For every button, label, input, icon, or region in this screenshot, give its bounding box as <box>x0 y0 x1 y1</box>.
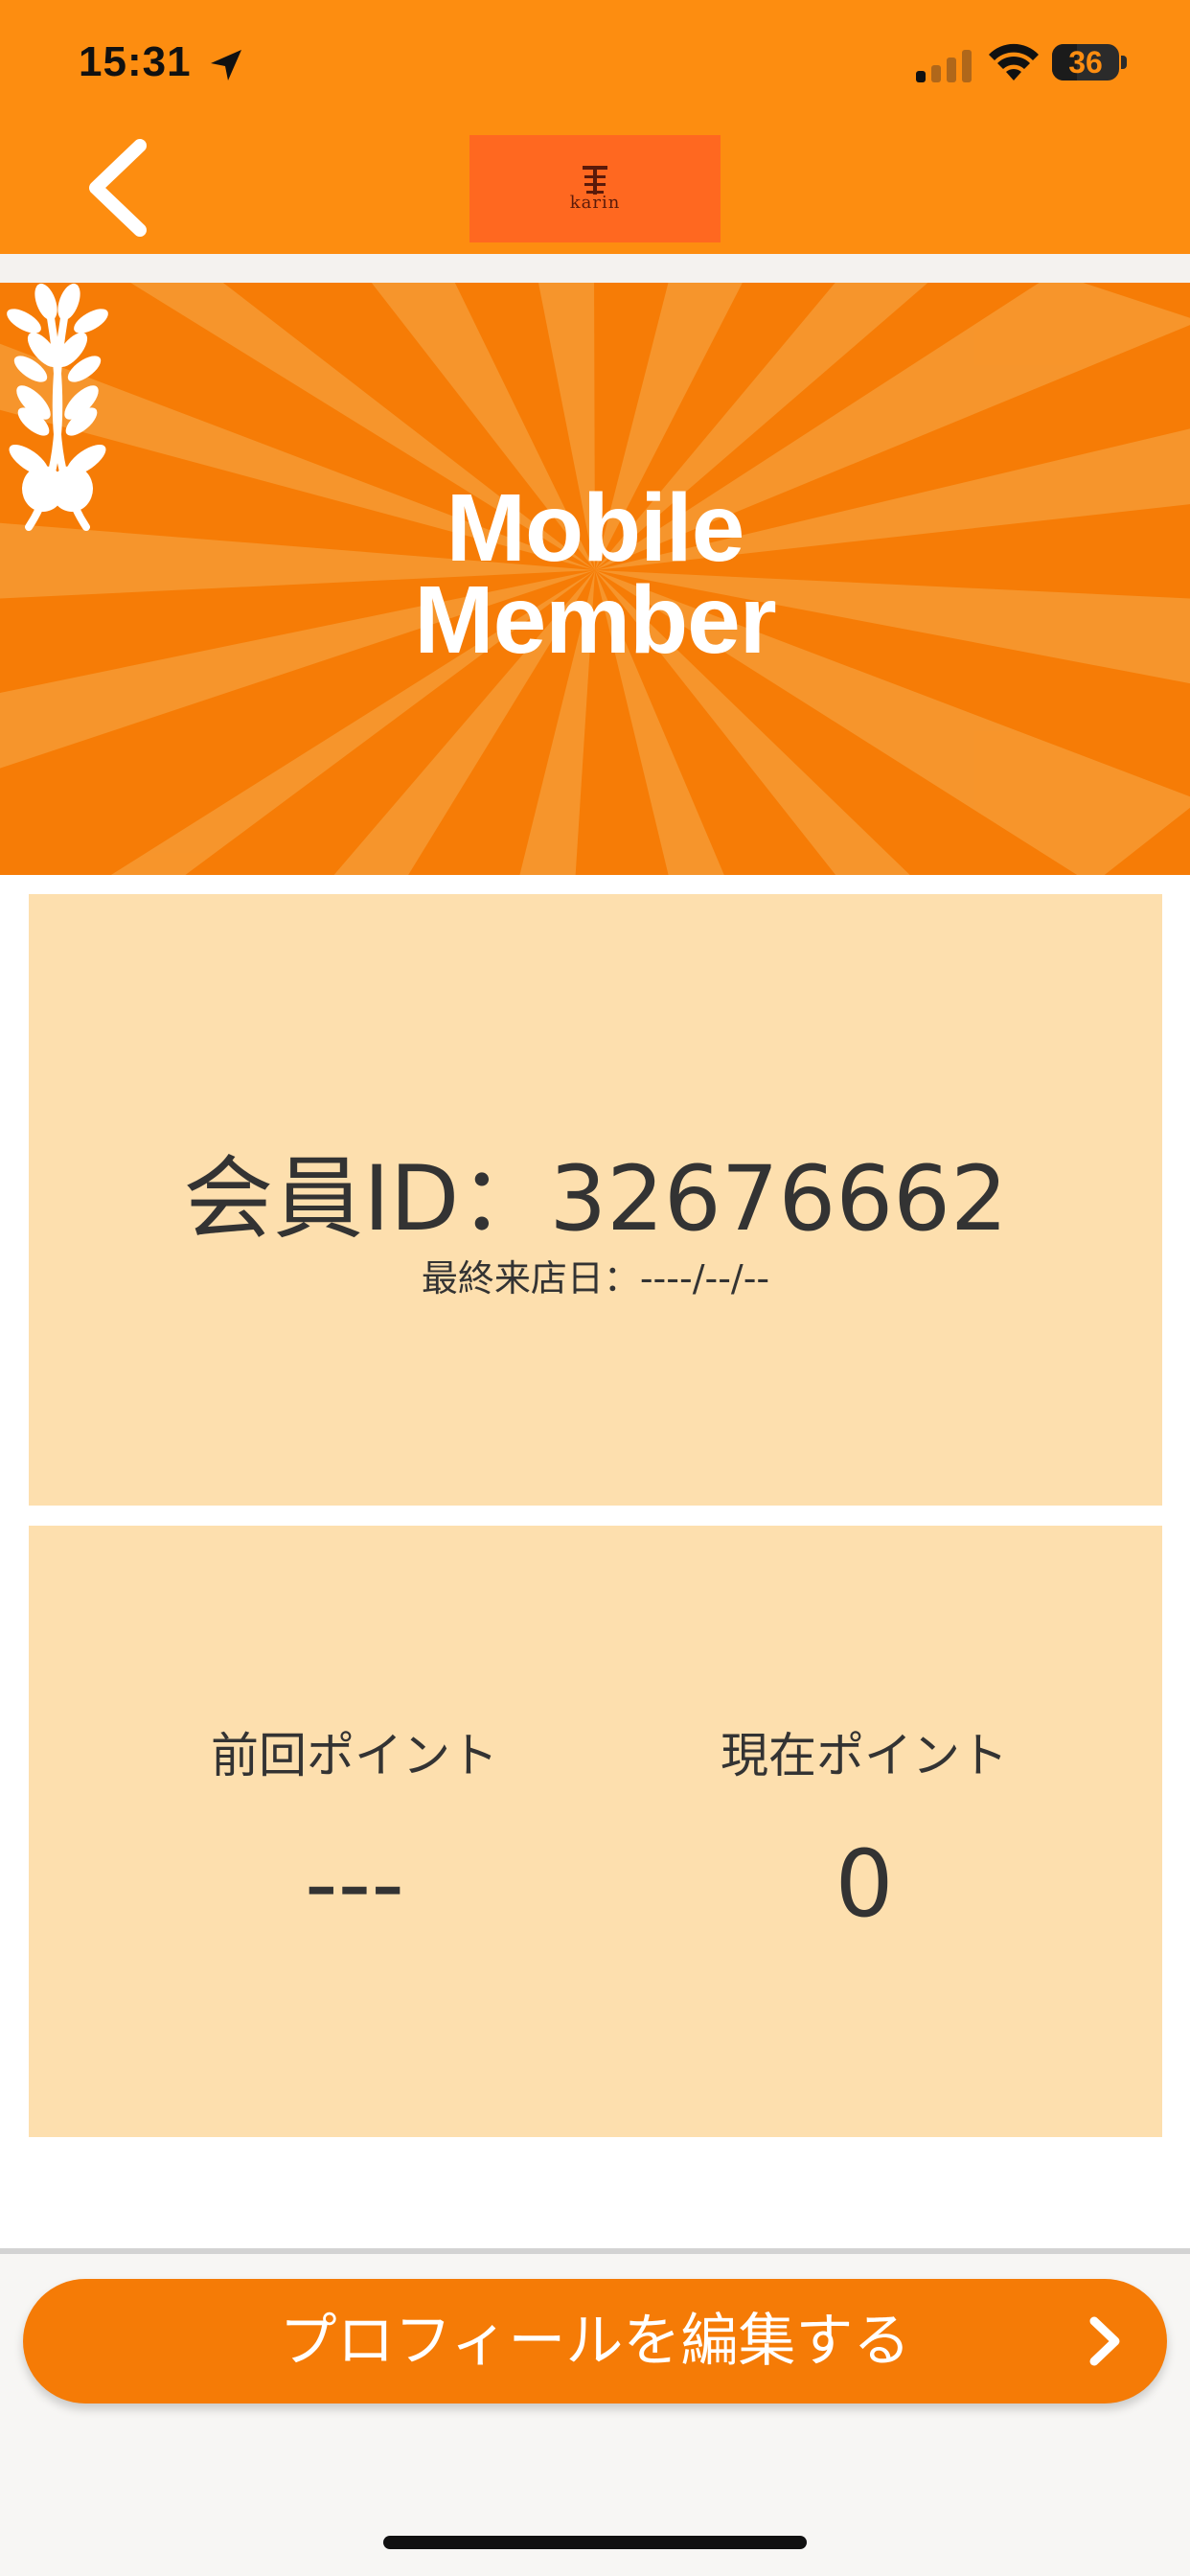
previous-points-value: --- <box>305 1830 404 1938</box>
wifi-icon <box>989 43 1039 80</box>
logo-mark-icon <box>583 166 607 195</box>
edit-profile-button[interactable]: プロフィールを編集する <box>23 2279 1167 2404</box>
banner-title: Mobile Member <box>0 474 1190 674</box>
battery-icon: 36 <box>1052 44 1129 80</box>
chevron-right-icon <box>1089 2316 1120 2366</box>
status-time: 15:31 <box>79 38 192 85</box>
battery-level: 36 <box>1068 45 1103 80</box>
member-id: 会員ID：32676662 <box>183 1147 1008 1252</box>
logo-text: karin <box>569 193 621 213</box>
current-points-label: 現在ポイント <box>721 1728 1008 1783</box>
last-visit-date: 最終来店日：----/--/-- <box>421 1257 770 1300</box>
previous-points-label: 前回ポイント <box>211 1728 498 1783</box>
home-indicator[interactable] <box>383 2536 807 2549</box>
brand-logo: karin <box>469 135 721 242</box>
current-points-value: 0 <box>835 1830 894 1938</box>
banner-title-line1: Mobile <box>446 474 745 582</box>
edit-profile-label: プロフィールを編集する <box>279 2308 911 2375</box>
points-card: 前回ポイント --- 現在ポイント 0 <box>29 1526 1162 2137</box>
signal-icon <box>916 50 972 82</box>
member-banner: Mobile Member <box>0 283 1190 875</box>
member-id-card: 会員ID：32676662 最終来店日：----/--/-- <box>29 894 1162 1506</box>
back-chevron-icon[interactable] <box>77 134 163 240</box>
banner-title-line2: Member <box>414 566 776 674</box>
location-arrow-icon <box>211 50 241 80</box>
